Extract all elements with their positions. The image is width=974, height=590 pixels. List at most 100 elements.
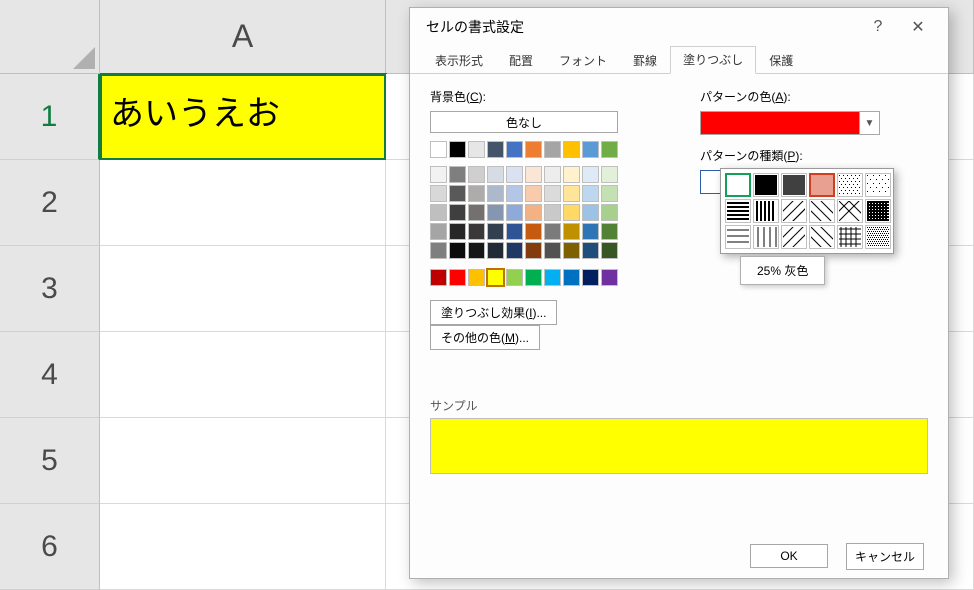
tab-font[interactable]: フォント	[546, 47, 620, 74]
pattern-option[interactable]	[865, 199, 891, 223]
cancel-button[interactable]: キャンセル	[846, 543, 924, 570]
cell-A4[interactable]	[100, 332, 386, 418]
tab-protection[interactable]: 保護	[756, 47, 806, 74]
color-swatch[interactable]	[506, 166, 523, 183]
color-swatch[interactable]	[582, 204, 599, 221]
more-colors-button[interactable]: その他の色(M)...	[430, 325, 540, 350]
pattern-option[interactable]	[837, 173, 863, 197]
row-header-3[interactable]: 3	[0, 246, 100, 332]
color-swatch[interactable]	[525, 269, 542, 286]
color-swatch[interactable]	[487, 242, 504, 259]
pattern-option[interactable]	[809, 173, 835, 197]
color-swatch[interactable]	[525, 223, 542, 240]
color-swatch[interactable]	[449, 185, 466, 202]
color-swatch[interactable]	[506, 204, 523, 221]
row-header-2[interactable]: 2	[0, 160, 100, 246]
color-swatch[interactable]	[487, 223, 504, 240]
color-swatch[interactable]	[601, 223, 618, 240]
color-swatch[interactable]	[544, 141, 561, 158]
tab-alignment[interactable]: 配置	[496, 47, 546, 74]
color-swatch[interactable]	[449, 223, 466, 240]
color-swatch[interactable]	[525, 141, 542, 158]
color-swatch[interactable]	[563, 166, 580, 183]
color-swatch[interactable]	[430, 141, 447, 158]
pattern-option[interactable]	[865, 173, 891, 197]
color-swatch[interactable]	[525, 166, 542, 183]
row-header-5[interactable]: 5	[0, 418, 100, 504]
color-swatch[interactable]	[430, 269, 447, 286]
color-swatch[interactable]	[430, 242, 447, 259]
pattern-option[interactable]	[725, 173, 751, 197]
color-swatch[interactable]	[487, 269, 504, 286]
row-header-1[interactable]: 1	[0, 74, 100, 160]
color-swatch[interactable]	[449, 166, 466, 183]
color-swatch[interactable]	[506, 242, 523, 259]
color-swatch[interactable]	[430, 166, 447, 183]
color-swatch[interactable]	[563, 223, 580, 240]
color-swatch[interactable]	[601, 141, 618, 158]
color-swatch[interactable]	[582, 185, 599, 202]
color-swatch[interactable]	[449, 242, 466, 259]
color-swatch[interactable]	[468, 185, 485, 202]
color-swatch[interactable]	[582, 269, 599, 286]
cell-A6[interactable]	[100, 504, 386, 590]
pattern-option[interactable]	[725, 225, 751, 249]
ok-button[interactable]: OK	[750, 544, 828, 568]
cell-A2[interactable]	[100, 160, 386, 246]
color-swatch[interactable]	[544, 242, 561, 259]
color-swatch[interactable]	[506, 269, 523, 286]
pattern-option[interactable]	[753, 173, 779, 197]
color-swatch[interactable]	[506, 141, 523, 158]
color-swatch[interactable]	[601, 242, 618, 259]
no-color-button[interactable]: 色なし	[430, 111, 618, 133]
color-swatch[interactable]	[544, 269, 561, 286]
pattern-option[interactable]	[725, 199, 751, 223]
color-swatch[interactable]	[563, 269, 580, 286]
pattern-option[interactable]	[781, 199, 807, 223]
row-header-4[interactable]: 4	[0, 332, 100, 418]
pattern-option[interactable]	[837, 199, 863, 223]
color-swatch[interactable]	[468, 269, 485, 286]
color-swatch[interactable]	[525, 204, 542, 221]
color-swatch[interactable]	[601, 204, 618, 221]
color-swatch[interactable]	[468, 141, 485, 158]
pattern-option[interactable]	[809, 225, 835, 249]
select-all-corner[interactable]	[0, 0, 100, 74]
color-swatch[interactable]	[582, 242, 599, 259]
color-swatch[interactable]	[601, 166, 618, 183]
help-button[interactable]: ?	[858, 12, 898, 42]
color-swatch[interactable]	[601, 269, 618, 286]
color-swatch[interactable]	[487, 185, 504, 202]
color-swatch[interactable]	[430, 185, 447, 202]
pattern-option[interactable]	[781, 173, 807, 197]
color-swatch[interactable]	[468, 223, 485, 240]
color-swatch[interactable]	[525, 242, 542, 259]
tab-number-format[interactable]: 表示形式	[422, 47, 496, 74]
color-swatch[interactable]	[601, 185, 618, 202]
color-swatch[interactable]	[506, 223, 523, 240]
tab-border[interactable]: 罫線	[620, 47, 670, 74]
row-header-6[interactable]: 6	[0, 504, 100, 590]
pattern-option[interactable]	[753, 199, 779, 223]
pattern-option[interactable]	[753, 225, 779, 249]
color-swatch[interactable]	[487, 166, 504, 183]
pattern-option[interactable]	[781, 225, 807, 249]
color-swatch[interactable]	[582, 223, 599, 240]
color-swatch[interactable]	[468, 166, 485, 183]
pattern-option[interactable]	[865, 225, 891, 249]
tab-fill[interactable]: 塗りつぶし	[670, 46, 756, 74]
color-swatch[interactable]	[449, 141, 466, 158]
pattern-option[interactable]	[837, 225, 863, 249]
color-swatch[interactable]	[449, 269, 466, 286]
color-swatch[interactable]	[544, 204, 561, 221]
color-swatch[interactable]	[449, 204, 466, 221]
pattern-option[interactable]	[809, 199, 835, 223]
color-swatch[interactable]	[563, 204, 580, 221]
cell-A3[interactable]	[100, 246, 386, 332]
color-swatch[interactable]	[563, 242, 580, 259]
color-swatch[interactable]	[468, 204, 485, 221]
fill-effects-button[interactable]: 塗りつぶし効果(I)...	[430, 300, 557, 325]
cell-A1[interactable]: あいうえお	[100, 74, 386, 160]
color-swatch[interactable]	[544, 223, 561, 240]
color-swatch[interactable]	[430, 223, 447, 240]
